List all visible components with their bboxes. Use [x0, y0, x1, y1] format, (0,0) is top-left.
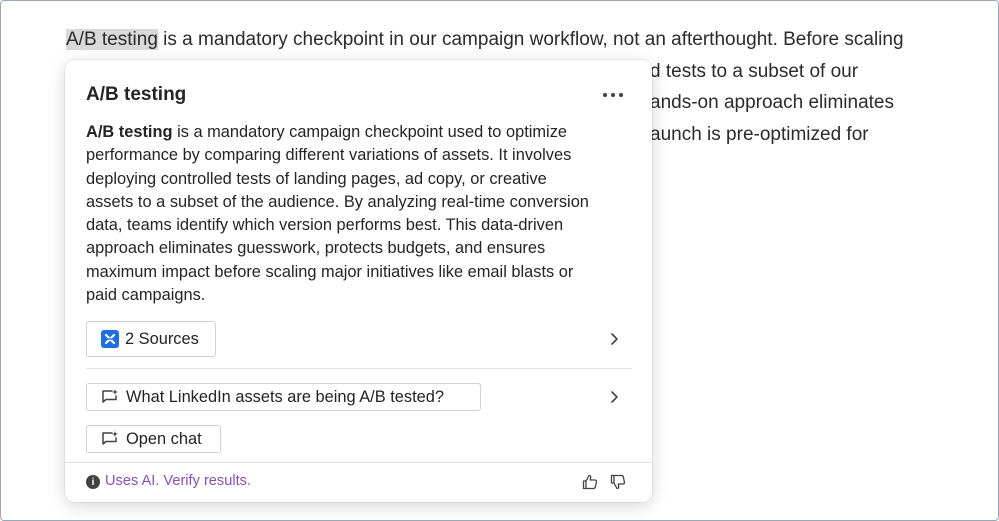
divider	[86, 368, 632, 369]
open-chat-button[interactable]: Open chat	[86, 425, 221, 453]
definition-line: data, teams identify which version perfo…	[86, 216, 564, 235]
sources-label: 2 Sources	[125, 329, 199, 348]
definition-line: deploying controlled tests of landing pa…	[86, 169, 547, 188]
definition-line: maximum impact before scaling major init…	[86, 262, 574, 281]
thumbs-up-icon[interactable]	[581, 473, 599, 491]
document-line: A/B testing is a mandatory checkpoint in…	[66, 29, 904, 50]
sources-button[interactable]: 2 Sources	[86, 321, 216, 357]
chat-sparkle-icon	[102, 389, 118, 403]
open-chat-label: Open chat	[126, 429, 202, 448]
popup-title: A/B testing	[86, 84, 187, 105]
definition-text: A/B testing is a mandatory campaign chec…	[86, 121, 626, 307]
suggested-question-label: What LinkedIn assets are being A/B teste…	[126, 387, 444, 406]
suggestion-chevron-right-icon[interactable]	[606, 389, 622, 405]
definition-popup: A/B testing A/B testing is a mandatory c…	[65, 60, 652, 502]
ai-disclaimer-link[interactable]: Uses AI. Verify results.	[105, 473, 251, 489]
definition-term: A/B testing	[86, 123, 173, 141]
info-icon: i	[86, 475, 100, 489]
definition-line: paid campaigns.	[86, 286, 206, 305]
suggested-question-button[interactable]: What LinkedIn assets are being A/B teste…	[86, 383, 481, 411]
document-window: A/B testing is a mandatory checkpoint in…	[0, 0, 999, 521]
sources-app-icon	[101, 330, 119, 348]
chat-sparkle-icon	[102, 431, 118, 445]
thumbs-down-icon[interactable]	[609, 473, 627, 491]
more-options-icon[interactable]	[598, 82, 628, 108]
definition-line: A/B testing is a mandatory campaign chec…	[86, 123, 568, 141]
highlighted-term[interactable]: A/B testing	[66, 29, 158, 50]
sources-chevron-right-icon[interactable]	[606, 331, 622, 347]
definition-line: assets to a subset of the audience. By a…	[86, 192, 589, 211]
definition-line: approach eliminates guesswork, protects …	[86, 239, 546, 258]
footer-divider	[65, 462, 652, 463]
definition-line: performance by comparing different varia…	[86, 146, 572, 165]
